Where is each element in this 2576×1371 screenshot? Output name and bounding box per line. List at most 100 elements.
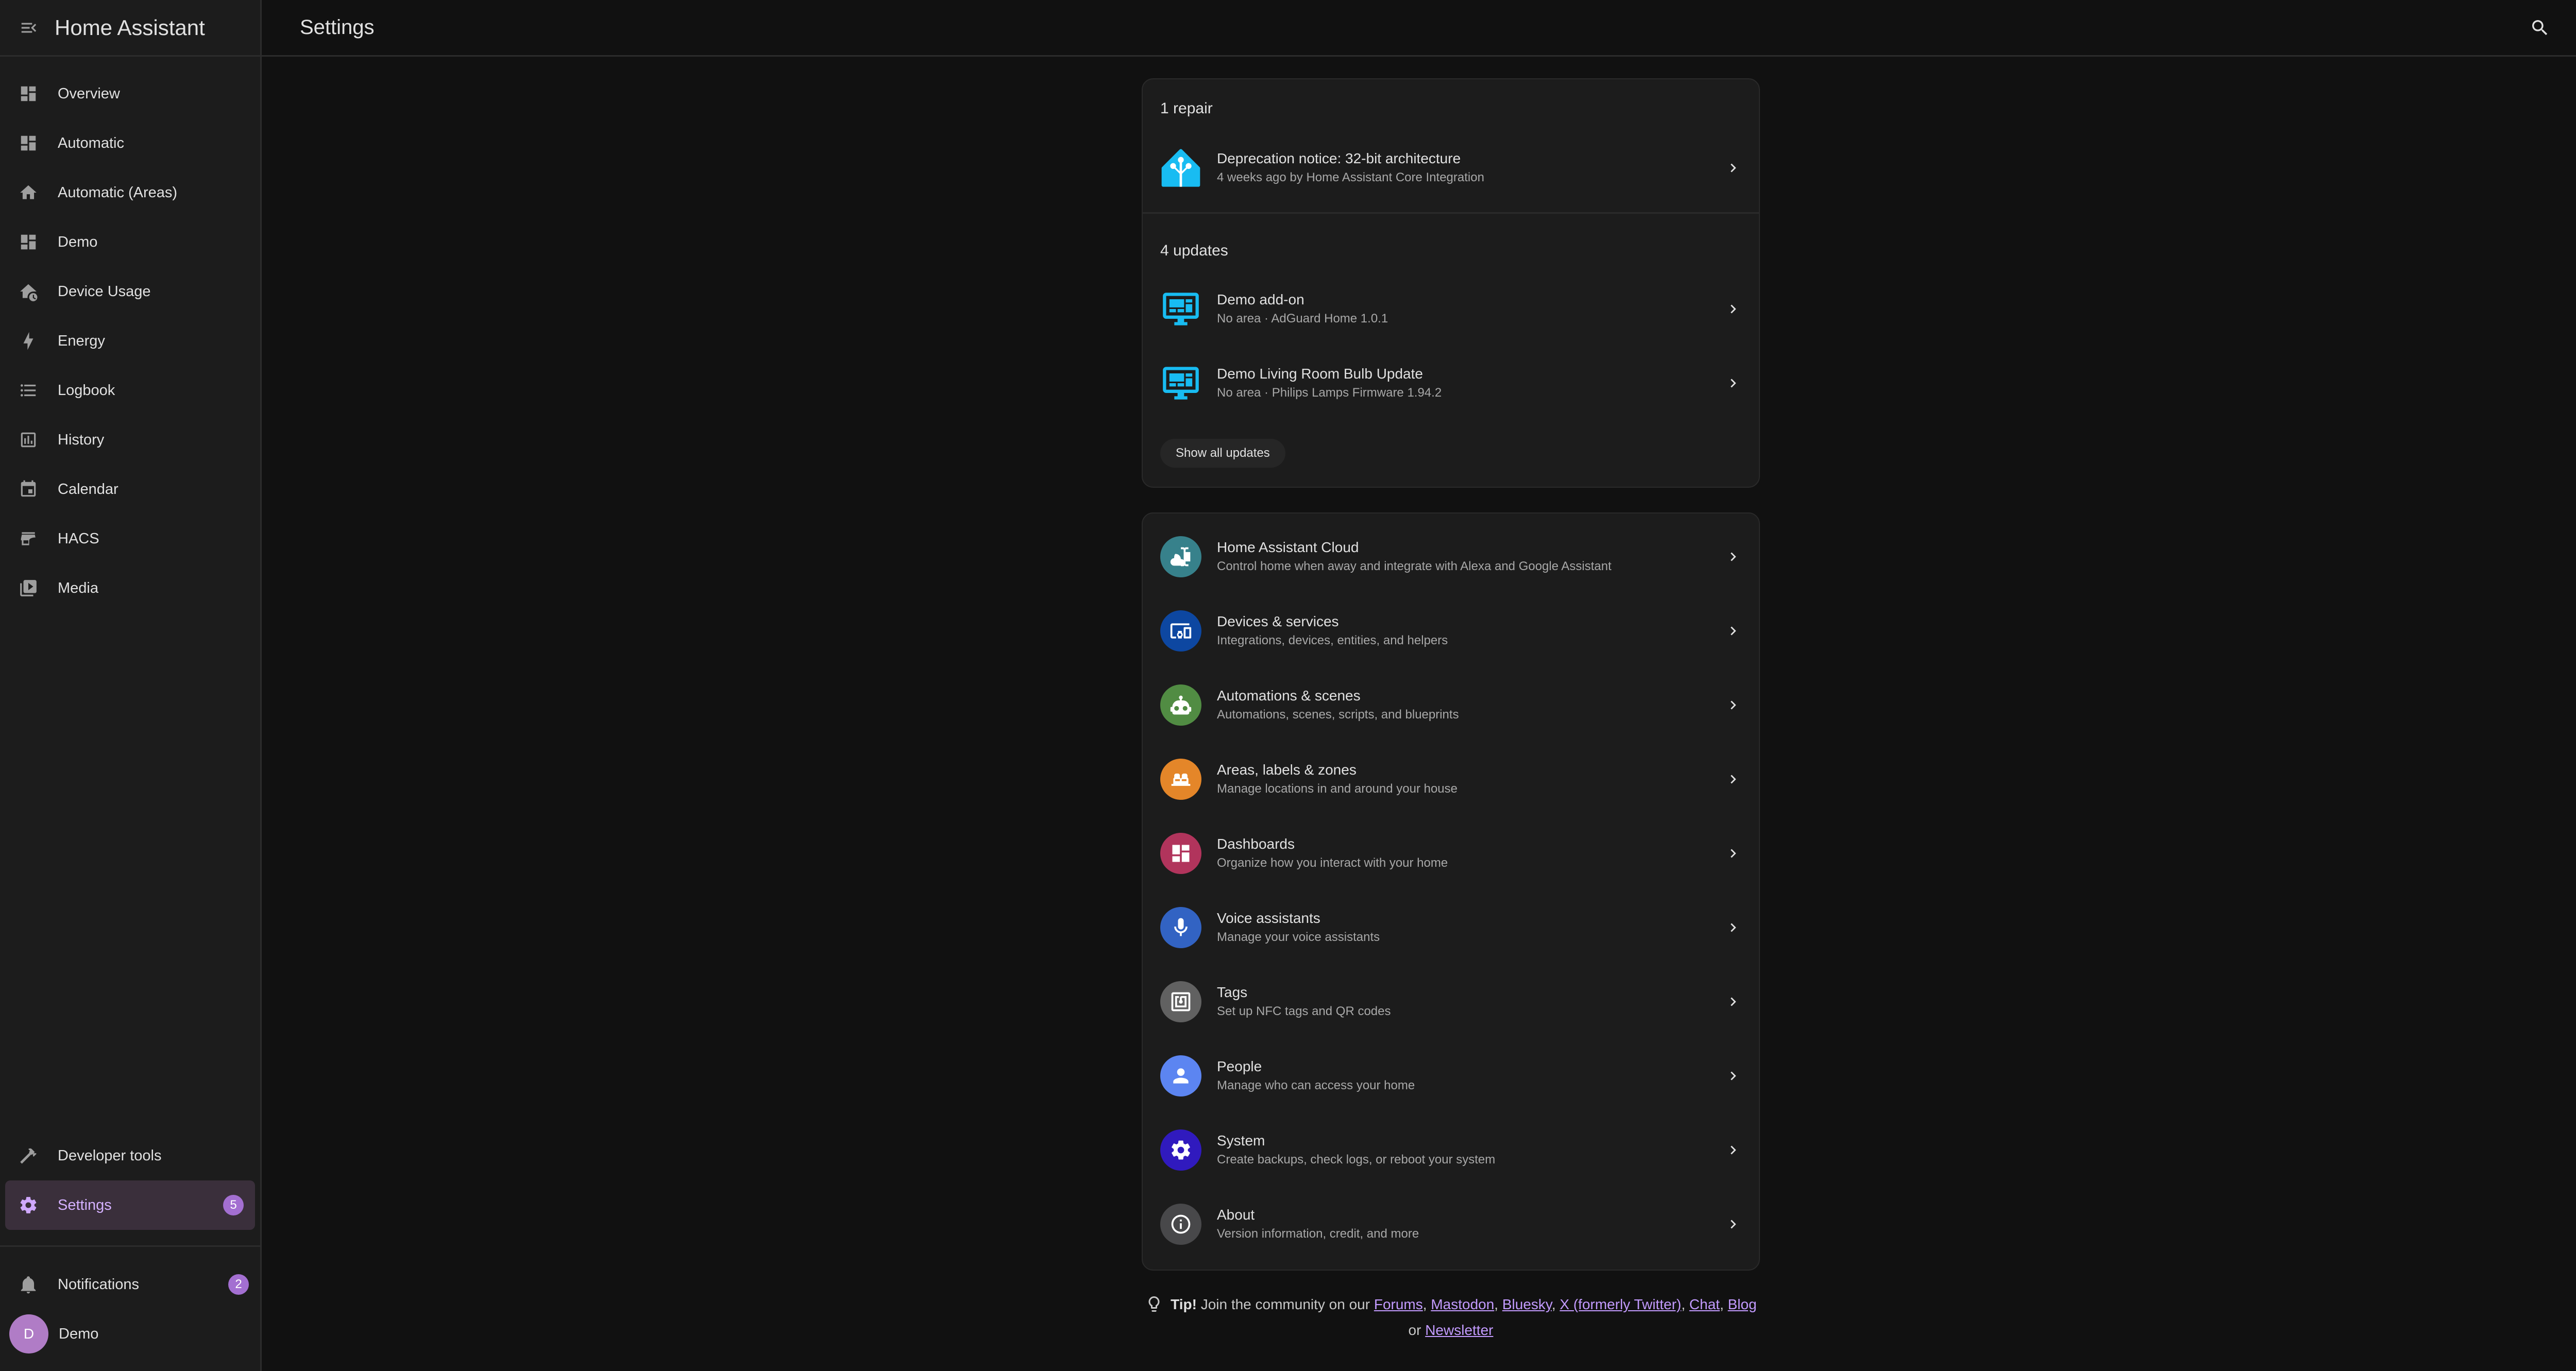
update-row[interactable]: Demo add-on No area · AdGuard Home 1.0.1 [1143,272,1759,346]
chevron-right-icon [1723,991,1743,1012]
sidebar-item-label: History [58,431,105,448]
settings-item-areas-labels-zones[interactable]: Areas, labels & zones Manage locations in… [1143,742,1759,816]
sidebar-item-calendar[interactable]: Calendar [0,465,260,514]
tip-label: Tip! [1171,1296,1197,1312]
sidebar-item-label: Demo [58,233,98,250]
menu-collapse-icon[interactable] [19,18,39,38]
settings-item-subtitle: Set up NFC tags and QR codes [1217,1004,1391,1018]
chevron-right-icon [1723,299,1743,319]
sofa-icon [1160,759,1201,800]
chart-box-icon [18,429,39,451]
sidebar-item-history[interactable]: History [0,415,260,465]
microphone-icon [1160,907,1201,948]
notifications-badge: 2 [228,1274,249,1295]
account-icon [1160,1055,1201,1096]
sidebar: Home Assistant Overview Automatic Automa… [0,0,262,1371]
divider [1143,212,1759,214]
settings-item-about[interactable]: About Version information, credit, and mo… [1143,1187,1759,1261]
settings-item-automations-scenes[interactable]: Automations & scenes Automations, scenes,… [1143,668,1759,742]
sidebar-item-demo[interactable]: Demo [0,217,260,267]
store-icon [18,528,39,550]
link-mastodon[interactable]: Mastodon [1431,1296,1494,1312]
update-title: Demo add-on [1217,292,1304,307]
show-all-updates-button[interactable]: Show all updates [1160,439,1285,468]
sidebar-item-label: Device Usage [58,283,151,300]
more-vert-icon[interactable] [2571,7,2576,48]
sidebar-item-energy[interactable]: Energy [0,316,260,366]
tip-or: or [1408,1322,1421,1338]
settings-item-devices-services[interactable]: Devices & services Integrations, devices,… [1143,594,1759,668]
sidebar-item-automatic[interactable]: Automatic [0,118,260,168]
monitor-dashboard-icon [1160,288,1201,330]
settings-item-subtitle: Manage your voice assistants [1217,930,1380,944]
settings-item-tags[interactable]: Tags Set up NFC tags and QR codes [1143,965,1759,1039]
user-name: Demo [59,1325,99,1342]
settings-item-subtitle: Organize how you interact with your home [1217,856,1448,870]
tip-text: Join the community on our [1200,1296,1370,1312]
updates-header: 4 updates [1160,242,1228,259]
view-dashboard-icon [1160,833,1201,874]
sidebar-bottom-section: Developer tools Settings 5 [0,1131,260,1230]
settings-item-home-assistant-cloud[interactable]: Home Assistant Cloud Control home when aw… [1143,520,1759,594]
link-forums[interactable]: Forums [1374,1296,1423,1312]
sidebar-item-notifications[interactable]: Notifications 2 [0,1260,260,1309]
link-newsletter[interactable]: Newsletter [1425,1322,1493,1338]
settings-item-system[interactable]: System Create backups, check logs, or reb… [1143,1113,1759,1187]
page-title: Settings [300,16,375,39]
settings-item-title: Areas, labels & zones [1217,762,1357,778]
settings-item-subtitle: Control home when away and integrate wit… [1217,559,1612,573]
sidebar-item-automatic-areas[interactable]: Automatic (Areas) [0,168,260,217]
settings-item-subtitle: Create backups, check logs, or reboot yo… [1217,1153,1496,1167]
repair-row[interactable]: Deprecation notice: 32-bit architecture … [1143,131,1759,205]
cog-icon [18,1194,39,1216]
sidebar-item-logbook[interactable]: Logbook [0,366,260,415]
sidebar-item-settings[interactable]: Settings 5 [5,1180,255,1230]
devices-icon [1160,610,1201,652]
bell-icon [18,1274,39,1295]
settings-item-dashboards[interactable]: Dashboards Organize how you interact with… [1143,816,1759,890]
sidebar-item-developer-tools[interactable]: Developer tools [0,1131,260,1180]
sidebar-item-overview[interactable]: Overview [0,69,260,118]
home-icon [18,182,39,203]
sidebar-item-user[interactable]: D Demo [0,1309,260,1359]
sidebar-nav: Overview Automatic Automatic (Areas) Dem… [0,57,260,613]
sidebar-item-label: HACS [58,530,99,547]
update-subtitle: No area · AdGuard Home 1.0.1 [1217,312,1388,325]
settings-list-card: Home Assistant Cloud Control home when aw… [1142,512,1760,1271]
search-icon[interactable] [2519,7,2561,48]
settings-item-title: Dashboards [1217,836,1295,852]
settings-item-subtitle: Manage who can access your home [1217,1078,1415,1092]
repairs-header: 1 repair [1160,100,1213,117]
chevron-right-icon [1723,917,1743,938]
settings-item-subtitle: Integrations, devices, entities, and hel… [1217,633,1448,647]
settings-item-subtitle: Automations, scenes, scripts, and bluepr… [1217,708,1459,722]
link-x[interactable]: X (formerly Twitter) [1560,1296,1681,1312]
chevron-right-icon [1723,1214,1743,1235]
chevron-right-icon [1723,373,1743,393]
settings-item-title: Voice assistants [1217,910,1320,926]
sidebar-item-label: Energy [58,332,105,349]
dashboard-icon [18,132,39,154]
sidebar-item-hacs[interactable]: HACS [0,514,260,563]
sidebar-item-media[interactable]: Media [0,563,260,613]
link-chat[interactable]: Chat [1689,1296,1720,1312]
app-title: Home Assistant [55,15,205,40]
settings-badge: 5 [223,1195,244,1215]
settings-item-title: Tags [1217,984,1248,1000]
settings-item-title: Devices & services [1217,613,1339,629]
sidebar-item-device-usage[interactable]: Device Usage [0,267,260,316]
link-blog[interactable]: Blog [1728,1296,1757,1312]
robot-icon [1160,684,1201,726]
chevron-right-icon [1723,769,1743,790]
toolbar-actions [2509,7,2576,48]
settings-item-people[interactable]: People Manage who can access your home [1143,1039,1759,1113]
settings-item-voice-assistants[interactable]: Voice assistants Manage your voice assist… [1143,890,1759,965]
link-bluesky[interactable]: Bluesky [1502,1296,1552,1312]
update-row[interactable]: Demo Living Room Bulb Update No area · P… [1143,346,1759,420]
sidebar-item-label: Automatic (Areas) [58,184,178,201]
settings-item-title: Home Assistant Cloud [1217,539,1359,555]
top-bar: Settings [262,0,2576,57]
list-icon [18,380,39,401]
sidebar-item-label: Overview [58,85,120,102]
chevron-right-icon [1723,1140,1743,1160]
